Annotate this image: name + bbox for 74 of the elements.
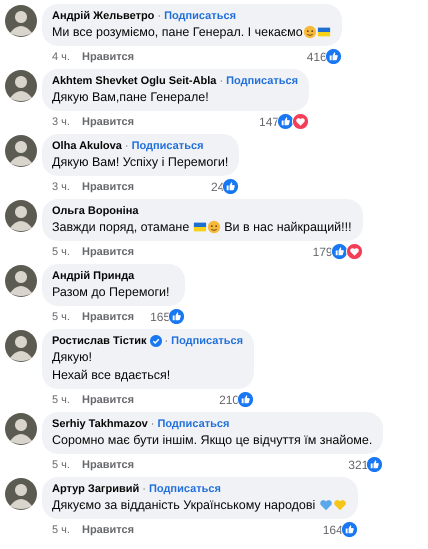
separator-dot: · — [150, 418, 154, 430]
like-icon — [222, 178, 240, 195]
like-icon — [237, 391, 254, 408]
reaction-count[interactable]: 179 — [296, 244, 333, 258]
like-link[interactable]: Нравится — [82, 524, 134, 536]
comment-time[interactable]: 5 ч. — [52, 524, 82, 536]
author-name[interactable]: Андрій Принда — [52, 270, 134, 282]
like-icon — [366, 456, 384, 473]
avatar[interactable] — [5, 135, 37, 167]
comment-text: Ми все розуміємо, пане Генерал. І чекаємо — [52, 24, 303, 41]
heart-icon — [332, 498, 347, 512]
comment-text: Завжди поряд, отамане — [52, 219, 190, 236]
follow-link[interactable]: Подписаться — [164, 10, 236, 22]
comment-text: Соромно має бути іншім. Якщо це відчуття їм знайоме. — [52, 432, 372, 449]
comment-text: Разом до Перемоги! — [52, 284, 170, 301]
like-link[interactable]: Нравится — [82, 246, 134, 258]
author-name[interactable]: Андрій Жельветро — [52, 10, 154, 22]
heart-icon — [318, 498, 333, 512]
author-name[interactable]: Akhtem Shevket Oglu Seit-Abla — [52, 75, 216, 87]
follow-link[interactable]: Подписаться — [171, 335, 244, 347]
reaction-count[interactable]: 416 — [290, 50, 327, 64]
avatar[interactable] — [5, 265, 37, 297]
like-link[interactable]: Нравится — [82, 180, 134, 192]
reaction-count[interactable]: 147 — [243, 114, 280, 128]
avatar[interactable] — [5, 70, 37, 102]
comment-time[interactable]: 5 ч. — [52, 458, 82, 470]
avatar[interactable] — [5, 330, 37, 362]
avatar[interactable] — [5, 5, 37, 37]
author-name[interactable]: Ростислав Тістик — [52, 335, 146, 347]
flag-icon — [316, 25, 331, 39]
like-link[interactable]: Нравится — [82, 310, 134, 322]
follow-link[interactable]: Подписаться — [132, 140, 204, 152]
smiley-icon — [302, 25, 317, 39]
comment-text: Дякую! — [52, 349, 92, 366]
author-name[interactable]: Артур Загривий — [52, 483, 140, 495]
comment-text: Дякую Вам! Успіху і Перемоги! — [52, 154, 228, 171]
like-icon — [277, 113, 294, 130]
like-link[interactable]: Нравится — [82, 394, 134, 406]
author-name[interactable]: Ольга Вороніна — [52, 205, 138, 217]
comment-time[interactable]: 5 ч. — [52, 394, 82, 406]
comment-time[interactable]: 3 ч. — [52, 116, 82, 128]
like-link[interactable]: Нравится — [82, 116, 134, 128]
comment-time[interactable]: 5 ч. — [52, 310, 82, 322]
verified-icon — [150, 335, 162, 347]
follow-link[interactable]: Подписаться — [157, 418, 230, 430]
comment-time[interactable]: 4 ч. — [52, 50, 82, 62]
comment-text: Дякуємо за відданість Українському народові — [52, 497, 316, 514]
avatar[interactable] — [5, 478, 37, 510]
smiley-icon — [206, 220, 221, 234]
comment-time[interactable]: 3 ч. — [52, 180, 82, 192]
separator-dot: · — [164, 335, 168, 347]
avatar[interactable] — [5, 200, 37, 232]
author-name[interactable]: Olha Akulova — [52, 140, 122, 152]
like-icon — [168, 308, 186, 325]
follow-link[interactable]: Подписаться — [148, 483, 221, 495]
follow-link[interactable]: Подписаться — [226, 75, 298, 87]
comment-text: Дякую Вам,пане Генерале! — [52, 89, 209, 106]
comment-time[interactable]: 5 ч. — [52, 246, 82, 258]
flag-icon — [192, 220, 207, 234]
separator-dot: · — [142, 483, 146, 495]
comment-text: Ви в нас найкращий!!! — [223, 219, 352, 236]
reaction-count[interactable]: 321 — [332, 458, 368, 472]
like-link[interactable]: Нравится — [82, 50, 134, 62]
like-icon — [324, 48, 342, 65]
separator-dot: · — [124, 140, 129, 152]
like-icon — [340, 521, 358, 538]
like-icon — [330, 243, 348, 260]
like-link[interactable]: Нравится — [82, 458, 134, 470]
reaction-count[interactable]: 164 — [306, 522, 343, 536]
author-name[interactable]: Serhiy Takhmazov — [52, 418, 148, 430]
comment-text: Нехай все вдається! — [52, 367, 170, 384]
separator-dot: · — [219, 75, 224, 87]
separator-dot: · — [157, 10, 162, 22]
avatar[interactable] — [5, 413, 37, 445]
